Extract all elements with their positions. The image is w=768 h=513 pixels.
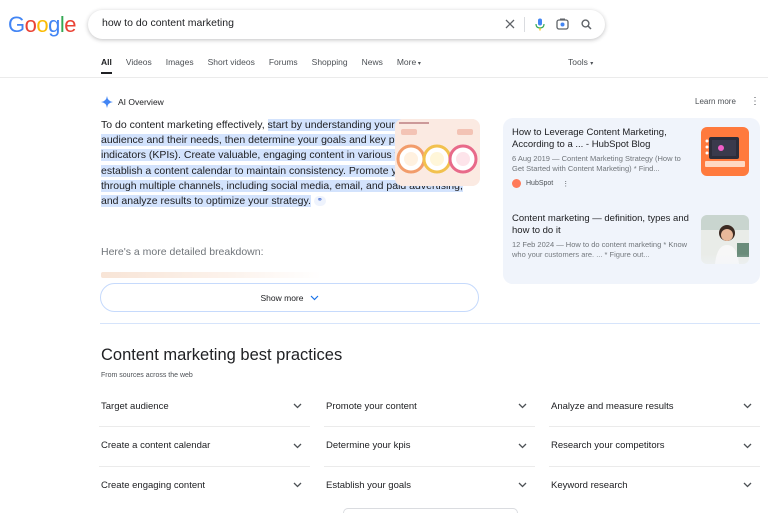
tab-all[interactable]: All — [101, 57, 112, 74]
logo-letter: g — [48, 12, 60, 37]
chevron-down-icon — [742, 480, 752, 490]
search-icon[interactable] — [577, 15, 595, 33]
ai-overview-label: AI Overview — [118, 97, 164, 107]
accordion-item[interactable]: Create a content calendar — [101, 426, 302, 466]
accordion-label: Create a content calendar — [101, 440, 211, 451]
ai-overview-image[interactable] — [395, 119, 480, 186]
bottom-partial-button[interactable] — [343, 508, 518, 513]
accordion-label: Promote your content — [326, 400, 417, 412]
sparkle-icon — [101, 96, 113, 108]
tab-images[interactable]: Images — [166, 57, 194, 67]
chevron-down-icon — [742, 441, 752, 451]
accordion-item[interactable]: Promote your content — [326, 386, 527, 426]
search-input[interactable]: how to do content marketing — [102, 17, 234, 29]
tab-short-videos[interactable]: Short videos — [208, 57, 255, 67]
best-practices-title: Content marketing best practices — [101, 346, 343, 364]
ai-sources-panel: How to Leverage Content Marketing, Accor… — [503, 118, 760, 284]
google-logo[interactable]: Google — [8, 12, 77, 38]
link-icon[interactable]: ⚭ — [313, 196, 326, 207]
accordion-label: Research your competitors — [551, 440, 665, 451]
source-title[interactable]: How to Leverage Content Marketing, Accor… — [512, 127, 692, 151]
source-meta: HubSpot ⋮ — [512, 179, 752, 188]
accordion-label: Establish your goals — [326, 479, 412, 491]
accordion-item[interactable]: Analyze and measure results — [551, 386, 752, 426]
clear-icon[interactable] — [501, 15, 519, 33]
tab-more[interactable]: More ▾ — [397, 57, 421, 67]
source-snippet: 6 Aug 2019 — Content Marketing Strategy … — [512, 154, 681, 173]
source-site: HubSpot — [526, 180, 554, 187]
accordion-label: Create engaging content — [101, 479, 206, 491]
tab-shopping[interactable]: Shopping — [312, 57, 348, 67]
header: Google how to do content marketing All Vi… — [0, 0, 768, 78]
accordion-label: Keyword research — [551, 479, 628, 491]
logo-letter: G — [8, 12, 25, 37]
accordion-item[interactable]: Keyword research — [551, 465, 752, 505]
more-options-icon[interactable]: ⋮ — [750, 96, 760, 107]
faded-preview — [101, 272, 321, 278]
source-options-icon[interactable]: ⋮ — [562, 180, 569, 188]
chevron-down-icon — [292, 441, 302, 451]
accordion-label: Analyze and measure results — [551, 400, 674, 412]
accordion-item[interactable]: Research your competitors — [551, 426, 752, 466]
logo-letter: o — [24, 12, 37, 37]
accordion-label: Determine your kpis — [326, 440, 411, 451]
logo-letter: e — [64, 12, 77, 37]
show-more-button[interactable]: Show more — [100, 283, 479, 312]
search-box[interactable]: how to do content marketing — [88, 10, 605, 39]
source-thumbnail[interactable] — [701, 127, 749, 176]
accordion-item[interactable]: Determine your kpis — [326, 426, 527, 466]
tools-button[interactable]: Tools ▾ — [568, 57, 593, 67]
lens-camera-icon[interactable] — [553, 15, 571, 33]
tab-forums[interactable]: Forums — [269, 57, 298, 67]
chevron-down-icon — [517, 480, 527, 490]
chevron-down-icon — [517, 401, 527, 411]
accordion-item[interactable]: Create engaging content — [101, 465, 302, 505]
section-divider — [100, 323, 760, 324]
chevron-down-icon — [310, 295, 318, 300]
chevron-down-icon — [742, 401, 752, 411]
accordion-label: Target audience — [101, 400, 169, 412]
tab-videos[interactable]: Videos — [126, 57, 152, 67]
microphone-icon[interactable] — [531, 15, 549, 33]
hubspot-favicon-icon — [512, 179, 521, 188]
chevron-down-icon — [292, 480, 302, 490]
chevron-down-icon — [517, 441, 527, 451]
search-tabs: All Videos Images Short videos Forums Shoppin… — [101, 57, 435, 74]
chevron-down-icon — [292, 401, 302, 411]
accordion-item[interactable]: Establish your goals — [326, 465, 527, 505]
accordion-item[interactable]: Target audience — [101, 386, 302, 426]
logo-letter: o — [36, 12, 49, 37]
breakdown-text: Here's a more detailed breakdown: — [101, 246, 264, 258]
chevron-down-icon: ▾ — [416, 61, 421, 67]
learn-more-link[interactable]: Learn more — [695, 97, 736, 106]
source-title[interactable]: Content marketing — definition, types an… — [512, 213, 692, 237]
panel-fade — [503, 254, 760, 284]
searchbox-divider — [524, 17, 525, 32]
best-practices-subtitle: From sources across the web — [101, 372, 193, 379]
ai-overview-header: AI Overview — [101, 96, 164, 108]
tab-news[interactable]: News — [362, 57, 383, 67]
